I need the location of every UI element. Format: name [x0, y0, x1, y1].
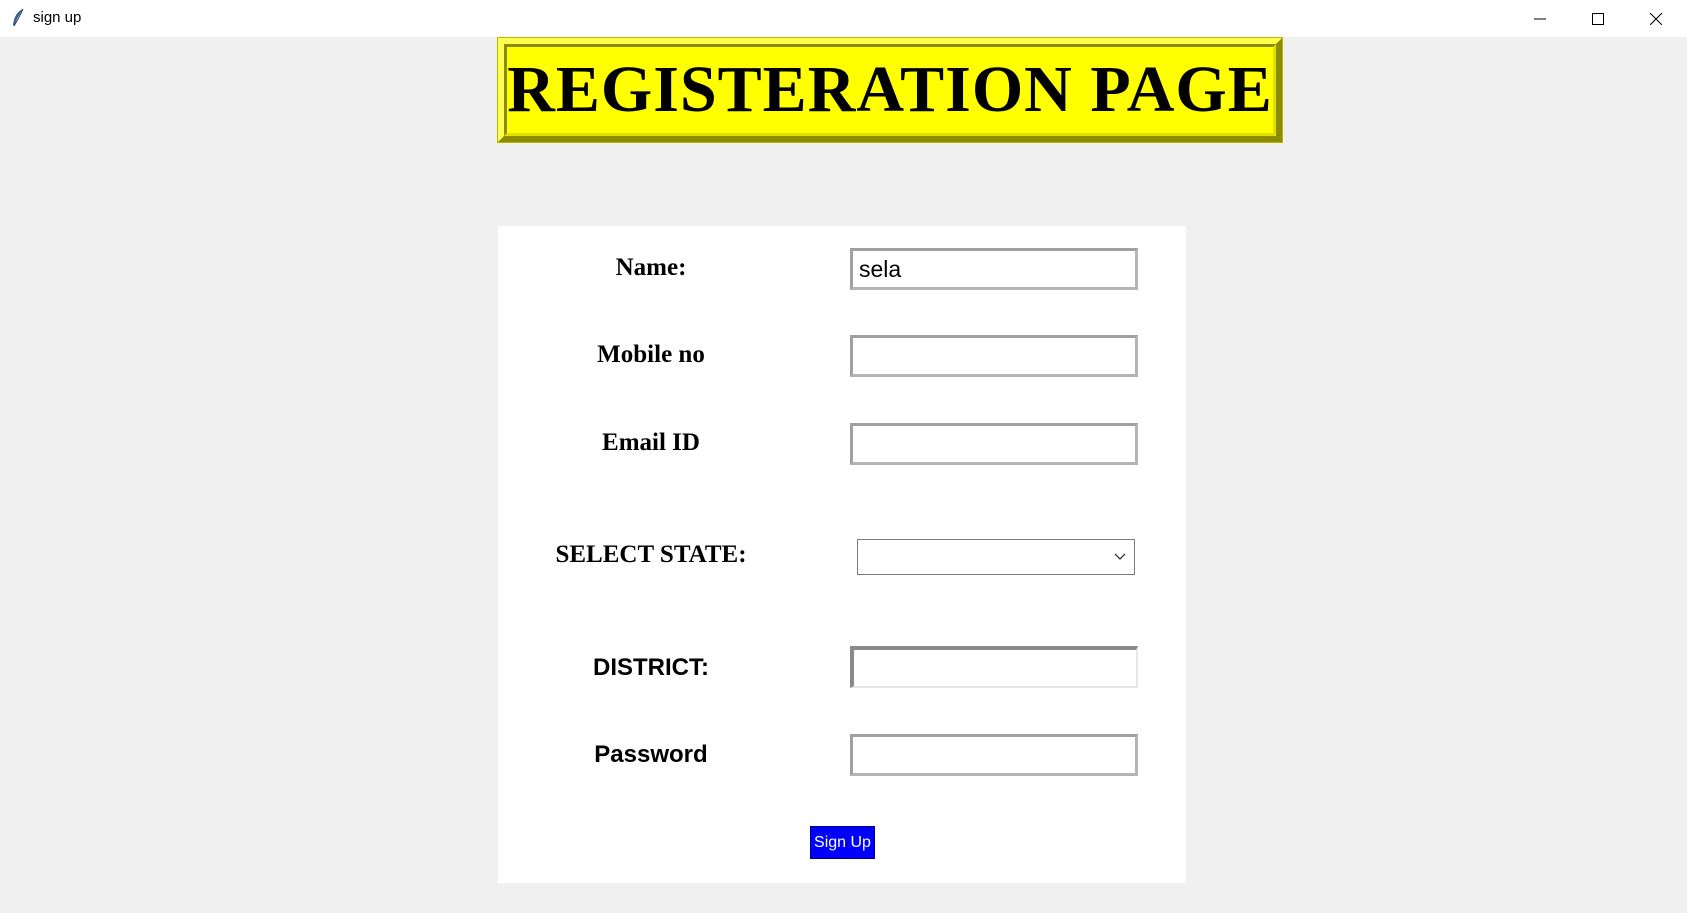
district-field[interactable]: [850, 646, 1138, 688]
sign-up-button[interactable]: Sign Up: [810, 826, 875, 859]
district-label: DISTRICT:: [593, 654, 709, 681]
mobile-field[interactable]: [850, 335, 1138, 377]
email-field[interactable]: [850, 423, 1138, 465]
mobile-label: Mobile no: [597, 341, 705, 368]
minimize-icon: [1534, 18, 1546, 19]
minimize-button[interactable]: [1511, 0, 1569, 37]
chevron-down-icon[interactable]: [1114, 553, 1126, 561]
state-select[interactable]: [857, 539, 1135, 575]
page-title: REGISTERATION PAGE: [507, 53, 1273, 126]
page-header: REGISTERATION PAGE: [497, 37, 1283, 143]
password-field[interactable]: [850, 734, 1138, 776]
registration-form: Name: Mobile no Email ID SELECT STATE: D…: [498, 226, 1186, 883]
maximize-icon: [1592, 12, 1604, 25]
email-label: Email ID: [602, 429, 700, 456]
window-title: sign up: [33, 9, 82, 26]
name-label: Name:: [615, 254, 687, 281]
maximize-button[interactable]: [1569, 0, 1627, 37]
close-icon: [1650, 12, 1662, 25]
close-button[interactable]: [1627, 0, 1685, 37]
name-field[interactable]: [850, 248, 1138, 290]
title-bar: sign up: [0, 0, 1687, 37]
feather-icon: [10, 8, 26, 28]
password-label: Password: [594, 741, 708, 768]
state-label: SELECT STATE:: [555, 541, 747, 568]
